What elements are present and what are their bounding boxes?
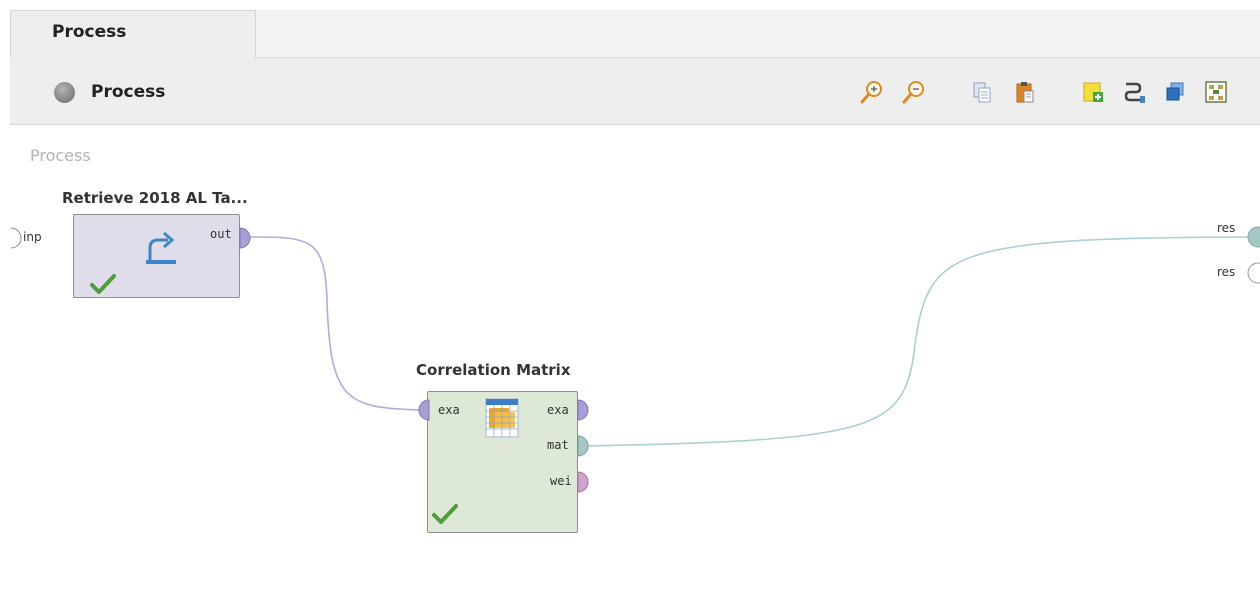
correlation-out-port-wei[interactable] [576,470,592,494]
correlation-operator-title: Correlation Matrix [416,361,571,379]
correlation-out-port-mat-label: mat [547,438,569,452]
correlation-status-check-icon [432,504,458,524]
correlation-out-port-exa-label: exa [547,403,569,417]
correlation-out-port-wei-label: wei [550,474,572,488]
correlation-in-port-exa[interactable] [415,398,431,422]
correlation-out-port-mat[interactable] [576,434,592,458]
process-output-port-2[interactable] [1244,262,1260,286]
process-output-port-label-1: res [1217,221,1236,235]
retrieve-out-port[interactable] [238,226,254,250]
process-input-port[interactable] [3,226,23,250]
wire-matrix-to-result [585,236,1251,447]
correlation-out-port-exa[interactable] [576,398,592,422]
process-output-port-1[interactable] [1244,226,1260,250]
retrieve-out-port-label: out [210,227,232,241]
wire-retrieve-to-correlation [247,236,421,411]
correlation-matrix-icon [485,398,519,438]
retrieve-status-check-icon [90,274,116,294]
process-input-port-label: inp [23,230,42,244]
process-view: Process Process Process inp res res Retr… [0,0,1260,591]
correlation-in-port-exa-label: exa [438,403,460,417]
retrieve-operator-title: Retrieve 2018 AL Ta... [62,189,248,207]
retrieve-icon [146,231,176,264]
process-output-port-label-2: res [1217,265,1236,279]
